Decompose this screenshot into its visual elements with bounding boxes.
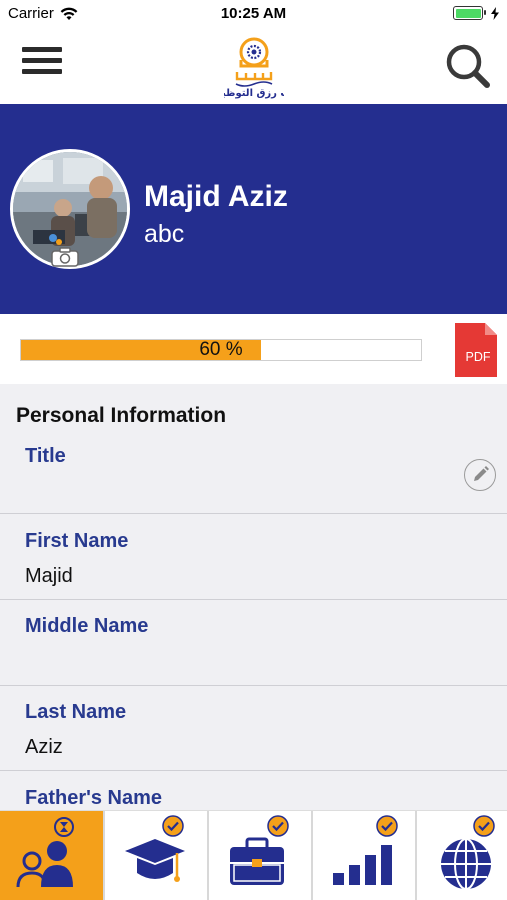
pencil-icon	[474, 466, 489, 481]
logo-wordmark: باب رزق التوظيف	[224, 88, 284, 99]
pdf-file-icon: PDF	[455, 323, 497, 377]
field-row-title: Title	[0, 428, 507, 514]
languages-icon	[441, 838, 491, 890]
battery-icon	[453, 6, 486, 20]
tab-skills[interactable]	[313, 811, 416, 900]
menu-button[interactable]	[20, 46, 64, 76]
download-pdf-button[interactable]: PDF	[455, 323, 497, 377]
status-time: 10:25 AM	[220, 5, 287, 22]
completed-check-icon	[162, 815, 184, 837]
skills-icon	[333, 845, 392, 885]
status-bar: Carrier 10:25 AM	[0, 0, 507, 28]
field-value-first-name: Majid	[25, 565, 73, 587]
completed-check-icon	[376, 815, 398, 837]
bottom-tab-bar	[0, 810, 507, 900]
search-button[interactable]	[440, 40, 494, 90]
completed-check-icon	[473, 815, 495, 837]
section-title: Personal Information	[16, 404, 227, 427]
profile-completion-label: 60 %	[199, 339, 243, 360]
tab-languages[interactable]	[417, 811, 507, 900]
status-right	[453, 6, 499, 20]
pdf-label: PDF	[466, 350, 491, 364]
completed-check-icon	[267, 815, 289, 837]
education-icon	[125, 839, 185, 882]
edit-personal-info-button[interactable]	[464, 459, 496, 491]
field-label-title: Title	[25, 445, 66, 467]
field-row-first-name: First Name Majid	[0, 514, 507, 600]
field-row-middle-name: Middle Name	[0, 600, 507, 686]
app-logo: باب رزق التوظيف	[224, 37, 284, 99]
nav-bar: باب رزق التوظيف	[0, 28, 507, 104]
charging-bolt-icon	[491, 6, 499, 20]
personal-info-icon	[16, 817, 74, 888]
tab-experience[interactable]	[209, 811, 312, 900]
profile-header: Majid Aziz abc	[0, 104, 507, 314]
field-label-middle-name: Middle Name	[25, 615, 149, 637]
profile-screen: Carrier 10:25 AM رزق التوظ Majid Aziz ab…	[0, 0, 507, 900]
field-label-last-name: Last Name	[25, 701, 127, 723]
field-row-last-name: Last Name Aziz	[0, 685, 507, 771]
profile-completion-section: 60 % PDF	[0, 314, 507, 384]
field-value-last-name: Aziz	[25, 736, 63, 758]
profile-name: Majid Aziz	[144, 180, 288, 213]
profile-subtitle: abc	[144, 220, 185, 248]
tab-education[interactable]	[105, 811, 208, 900]
camera-icon[interactable]	[51, 247, 79, 267]
tab-personal-info[interactable]	[0, 811, 103, 900]
field-label-fathers-name: Father's Name	[25, 787, 163, 809]
search-icon	[446, 44, 490, 88]
field-label-first-name: First Name	[25, 530, 129, 552]
profile-completion-bar: 60 %	[20, 339, 422, 361]
experience-icon	[230, 837, 284, 885]
